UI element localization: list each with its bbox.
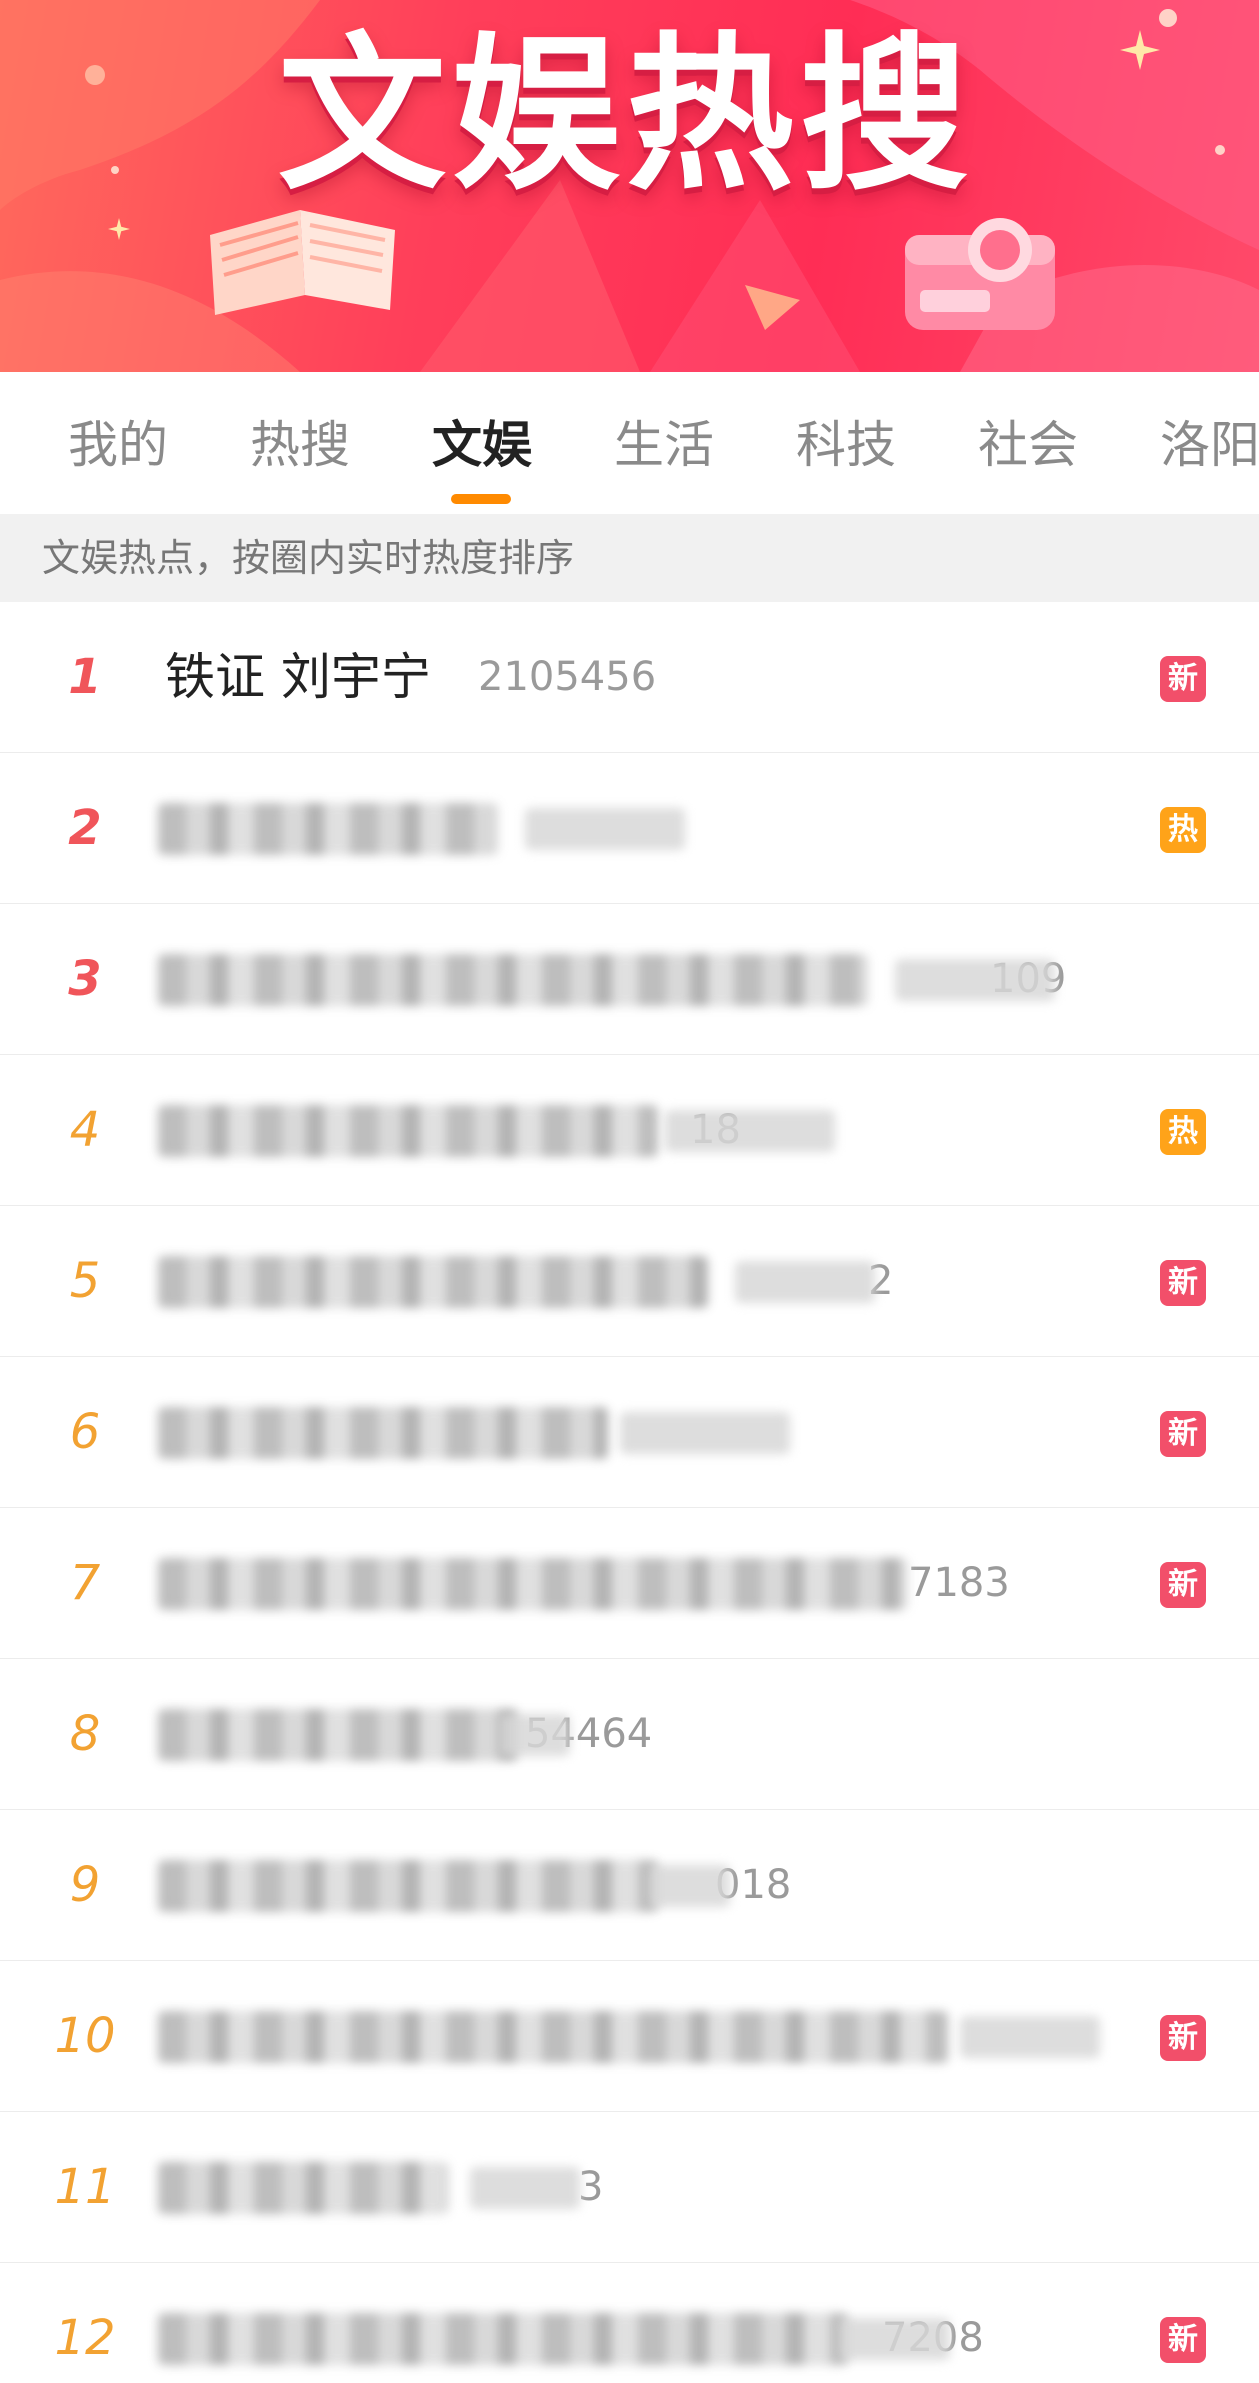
- list-item[interactable]: 5 2 新: [0, 1206, 1259, 1357]
- rank-number: 10: [54, 2008, 116, 2064]
- new-badge: 新: [1160, 2317, 1206, 2363]
- hot-badge: 热: [1160, 807, 1206, 853]
- blurred-topic-title[interactable]: [158, 1860, 658, 1912]
- tab-entertainment[interactable]: 文娱: [432, 410, 532, 480]
- list-item[interactable]: 6 新: [0, 1357, 1259, 1508]
- active-tab-indicator: [451, 494, 511, 504]
- list-item[interactable]: 1 铁证 刘宇宁 2105456 新: [0, 602, 1259, 753]
- new-badge: 新: [1160, 656, 1206, 702]
- blurred-topic-title[interactable]: [158, 2313, 848, 2365]
- list-item[interactable]: 11 3: [0, 2112, 1259, 2263]
- blurred-topic-title[interactable]: [158, 1105, 658, 1157]
- list-item[interactable]: 3 109: [0, 904, 1259, 1055]
- blurred-topic-title[interactable]: [158, 1407, 608, 1459]
- new-badge: 新: [1160, 1562, 1206, 1608]
- tab-luoyang[interactable]: 洛阳: [1160, 410, 1259, 480]
- topic-title[interactable]: 铁证 刘宇宁: [165, 602, 431, 753]
- blurred-topic-title[interactable]: [158, 954, 868, 1006]
- sparkle-icon: [108, 218, 130, 240]
- list-item[interactable]: 4 18 热: [0, 1055, 1259, 1206]
- blurred-heat-count: [470, 2167, 580, 2209]
- new-badge: 新: [1160, 1411, 1206, 1457]
- sparkle-icon: [1120, 30, 1160, 70]
- hot-search-list: 1 铁证 刘宇宁 2105456 新 2 热 3 109 4 18 热 5 2 …: [0, 602, 1259, 2383]
- blurred-heat-count: [735, 1261, 875, 1303]
- rank-number: 4: [69, 1102, 101, 1158]
- blurred-topic-title[interactable]: [158, 1558, 908, 1610]
- rank-number: 11: [54, 2159, 116, 2215]
- blurred-heat-count: [895, 959, 1055, 1001]
- rank-number: 5: [69, 1253, 101, 1309]
- banner-title: 文娱热搜: [278, 17, 974, 213]
- list-item[interactable]: 7 7183 新: [0, 1508, 1259, 1659]
- rank-number: 12: [54, 2310, 116, 2366]
- blurred-heat-count: [960, 2016, 1100, 2058]
- blurred-heat-count: [665, 1110, 835, 1152]
- tab-society[interactable]: 社会: [978, 410, 1078, 480]
- rank-number: 3: [68, 951, 102, 1007]
- blurred-heat-count: [500, 1714, 570, 1756]
- header-banner: 文娱热搜: [0, 0, 1259, 372]
- list-item[interactable]: 12 7208 新: [0, 2263, 1259, 2383]
- blurred-topic-title[interactable]: [158, 803, 498, 855]
- list-description: 文娱热点，按圈内实时热度排序: [0, 514, 1259, 602]
- category-tab-bar: 我的 热搜 文娱 生活 科技 社会 洛阳: [0, 372, 1259, 514]
- list-item[interactable]: 9 018: [0, 1810, 1259, 1961]
- blurred-topic-title[interactable]: [158, 2011, 948, 2063]
- blurred-heat-count: [650, 1865, 730, 1907]
- blurred-topic-title[interactable]: [158, 1256, 708, 1308]
- rank-number: 2: [68, 800, 102, 856]
- list-item[interactable]: 8 54464: [0, 1659, 1259, 1810]
- rank-number: 6: [69, 1404, 101, 1460]
- tab-mine[interactable]: 我的: [68, 410, 168, 480]
- tab-tech[interactable]: 科技: [796, 410, 896, 480]
- rank-number: 7: [69, 1555, 101, 1611]
- new-badge: 新: [1160, 1260, 1206, 1306]
- blurred-topic-title[interactable]: [158, 1709, 518, 1761]
- list-item[interactable]: 10 新: [0, 1961, 1259, 2112]
- tab-hot-search[interactable]: 热搜: [250, 410, 350, 480]
- rank-number: 1: [68, 649, 102, 705]
- blurred-heat-count: [620, 1412, 790, 1454]
- blurred-heat-count: [525, 808, 685, 850]
- heat-count: 2105456: [478, 654, 657, 700]
- list-item[interactable]: 2 热: [0, 753, 1259, 904]
- hot-badge: 热: [1160, 1109, 1206, 1155]
- tab-life[interactable]: 生活: [614, 410, 714, 480]
- new-badge: 新: [1160, 2015, 1206, 2061]
- blurred-heat-count: [840, 2318, 950, 2360]
- rank-number: 8: [69, 1706, 101, 1762]
- blurred-topic-title[interactable]: [158, 2162, 448, 2214]
- heat-count: 3: [578, 2164, 604, 2210]
- heat-count: 7183: [908, 1560, 1010, 1606]
- rank-number: 9: [69, 1857, 101, 1913]
